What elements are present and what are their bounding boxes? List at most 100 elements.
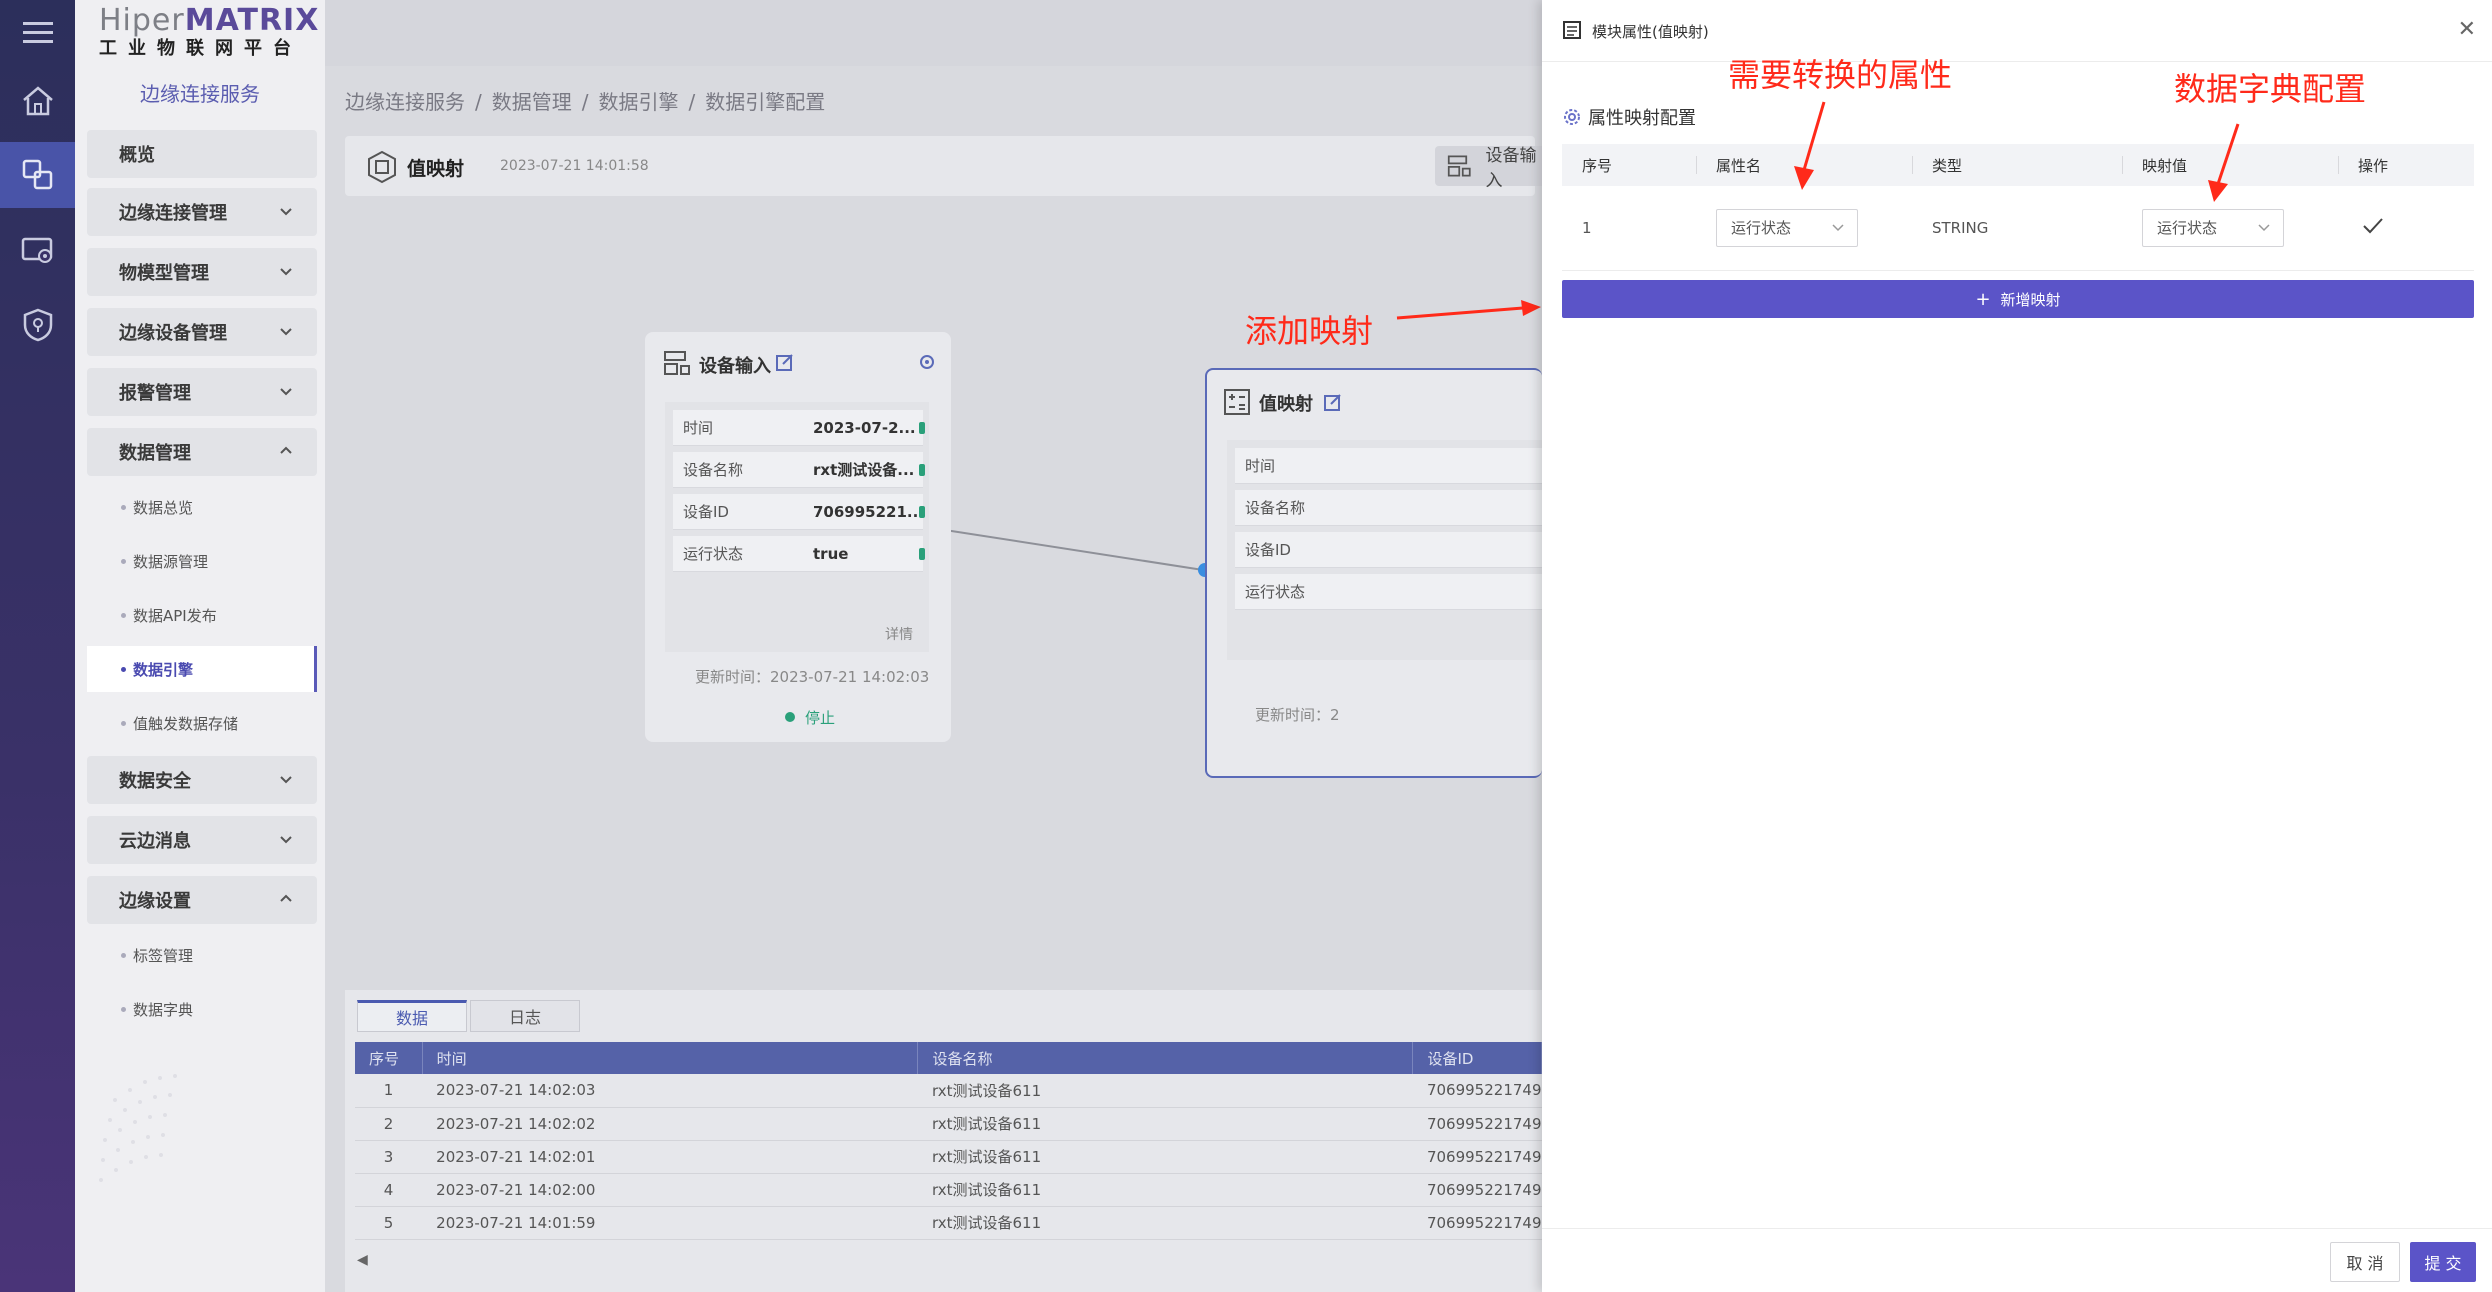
row-key: 运行状态 — [683, 545, 744, 563]
check-icon[interactable] — [2362, 217, 2384, 235]
edit-icon[interactable] — [1323, 392, 1343, 412]
nav-data-management[interactable]: 数据管理 — [87, 428, 317, 476]
output-port[interactable] — [919, 464, 925, 476]
icon-rail — [0, 0, 75, 1292]
nav-edge-device[interactable]: 边缘设备管理 — [87, 308, 317, 356]
table-cell: 706995221749 — [1412, 1206, 1542, 1240]
row-key: 设备名称 — [1245, 499, 1306, 517]
annotation-dict: 数据字典配置 — [2174, 70, 2367, 108]
data-table: 序号 时间 设备名称 设备ID 1 2023-07-21 14:02:03 rxt测… — [355, 1042, 1542, 1240]
mapping-value-select[interactable]: 运行状态 — [2142, 208, 2284, 247]
node-value-map[interactable]: 值映射 时间 设备名称 设备ID 运行状态 更新时间：2 — [1205, 368, 1544, 778]
column-header: 设备名称 — [917, 1042, 1414, 1074]
nav-overview[interactable]: 概览 — [87, 130, 317, 178]
sub-label: 数据API发布 — [133, 606, 217, 625]
service-title[interactable]: 边缘连接服务 — [75, 78, 325, 107]
sub-label: 数据总览 — [133, 498, 194, 517]
output-port[interactable] — [919, 548, 925, 560]
chevron-down-icon — [280, 208, 292, 216]
add-mapping-button[interactable]: + 新增映射 — [1562, 280, 2474, 318]
sub-data-overview[interactable]: 数据总览 — [87, 484, 317, 530]
rail-home[interactable] — [0, 68, 75, 134]
sub-label: 值触发数据存储 — [133, 714, 239, 733]
nav-edge-settings[interactable]: 边缘设置 — [87, 876, 317, 924]
nav-data-security[interactable]: 数据安全 — [87, 756, 317, 804]
status-dot — [785, 712, 795, 722]
output-port[interactable] — [919, 422, 925, 434]
device-input-button[interactable]: 设备输入 — [1435, 146, 1545, 191]
node-body: 时间 设备名称 设备ID 运行状态 — [1227, 440, 1544, 660]
nav-cloud-edge-message[interactable]: 云边消息 — [87, 816, 317, 864]
engine-title: 值映射 — [407, 158, 465, 180]
sub-tag-management[interactable]: 标签管理 — [87, 932, 317, 978]
table-cell: 706995221749 — [1412, 1173, 1542, 1207]
menu-toggle-button[interactable] — [0, 0, 75, 64]
breadcrumb-item[interactable]: 边缘连接服务 — [345, 90, 465, 114]
node-title: 值映射 — [1259, 394, 1313, 415]
calculator-icon — [1224, 389, 1250, 415]
sidebar: HiperMATRIX 工业物联网平台 边缘连接服务 概览 边缘连接管理 物模型… — [75, 0, 325, 1292]
sub-data-api[interactable]: 数据API发布 — [87, 592, 317, 638]
bullet-dot — [121, 953, 126, 958]
node-device-input[interactable]: 设备输入 时间 2023-07-2... 设备名称 rxt测试设备... 设备ID 7… — [645, 332, 951, 742]
monitor-eye-icon — [21, 237, 52, 263]
module-property-drawer: 模块属性(值映射) ✕ 属性映射配置 序号 属性名 类型 映射值 操作 1 运行… — [1542, 0, 2492, 1292]
rail-monitor[interactable] — [0, 218, 75, 284]
breadcrumb-item[interactable]: 数据引擎 — [599, 90, 679, 114]
chevron-down-icon — [2258, 224, 2270, 231]
edit-icon[interactable] — [775, 352, 795, 372]
sub-label: 数据字典 — [133, 1000, 194, 1019]
chevron-up-icon — [280, 446, 292, 454]
nav-alarm[interactable]: 报警管理 — [87, 368, 317, 416]
table-cell: rxt测试设备611 — [917, 1206, 1413, 1240]
nav-thing-model[interactable]: 物模型管理 — [87, 248, 317, 296]
scroll-left-arrow[interactable]: ◀ — [357, 1252, 368, 1268]
sub-data-source[interactable]: 数据源管理 — [87, 538, 317, 584]
rail-edge-connect[interactable] — [0, 142, 75, 208]
table-cell: 2023-07-21 14:02:01 — [422, 1140, 918, 1174]
bottom-panel: 数据 日志 序号 时间 设备名称 设备ID 1 2023-07-21 14:02:… — [345, 990, 1542, 1292]
column-header: 类型 — [1912, 144, 2122, 186]
node-row: 设备名称 — [1235, 490, 1544, 526]
table-cell: 5 — [355, 1206, 423, 1240]
table-cell: 1 — [355, 1074, 423, 1108]
annotation-arrow — [1396, 300, 1541, 320]
device-input-label: 设备输入 — [1485, 146, 1537, 191]
row-key: 设备ID — [1245, 541, 1291, 559]
decorative-dots — [99, 1074, 177, 1182]
node-row: 设备名称 rxt测试设备... — [673, 452, 925, 488]
row-key: 运行状态 — [1245, 583, 1306, 601]
table-row: 4 2023-07-21 14:02:00 rxt测试设备611 7069952217… — [355, 1173, 1542, 1207]
gear-icon[interactable] — [917, 352, 937, 372]
table-row: 1 运行状态 STRING 运行状态 — [1562, 186, 2474, 271]
bullet-dot — [121, 505, 126, 510]
rail-security[interactable] — [0, 292, 75, 358]
column-header: 序号 — [355, 1042, 423, 1074]
value-map-icon — [368, 150, 396, 184]
table-cell: 3 — [355, 1140, 423, 1174]
gear-icon — [1564, 109, 1580, 125]
cancel-button[interactable]: 取 消 — [2330, 1242, 2400, 1282]
sub-data-dictionary[interactable]: 数据字典 — [87, 986, 317, 1032]
column-header: 设备ID — [1412, 1042, 1542, 1074]
tab-log[interactable]: 日志 — [470, 1000, 580, 1032]
chevron-down-icon — [280, 388, 292, 396]
table-cell: 1 — [1562, 186, 1696, 271]
nav-label: 边缘设备管理 — [119, 323, 227, 344]
attribute-select[interactable]: 运行状态 — [1716, 208, 1858, 247]
sub-data-engine[interactable]: 数据引擎 — [87, 646, 317, 692]
nav-edge-connect[interactable]: 边缘连接管理 — [87, 188, 317, 236]
row-value: true — [813, 544, 849, 563]
output-port[interactable] — [919, 506, 925, 518]
sub-value-trigger-storage[interactable]: 值触发数据存储 — [87, 700, 317, 746]
node-row: 运行状态 true — [673, 536, 925, 572]
node-row: 运行状态 — [1235, 574, 1544, 610]
submit-button[interactable]: 提 交 — [2410, 1242, 2476, 1282]
tab-data[interactable]: 数据 — [357, 1000, 467, 1032]
annotation-attr: 需要转换的属性 — [1728, 56, 1953, 94]
row-value: rxt测试设备... — [813, 461, 915, 479]
detail-link[interactable]: 详情 — [885, 624, 913, 644]
breadcrumb-item[interactable]: 数据管理 — [492, 90, 572, 114]
nav-label: 报警管理 — [119, 383, 191, 404]
close-icon[interactable]: ✕ — [2458, 17, 2476, 42]
